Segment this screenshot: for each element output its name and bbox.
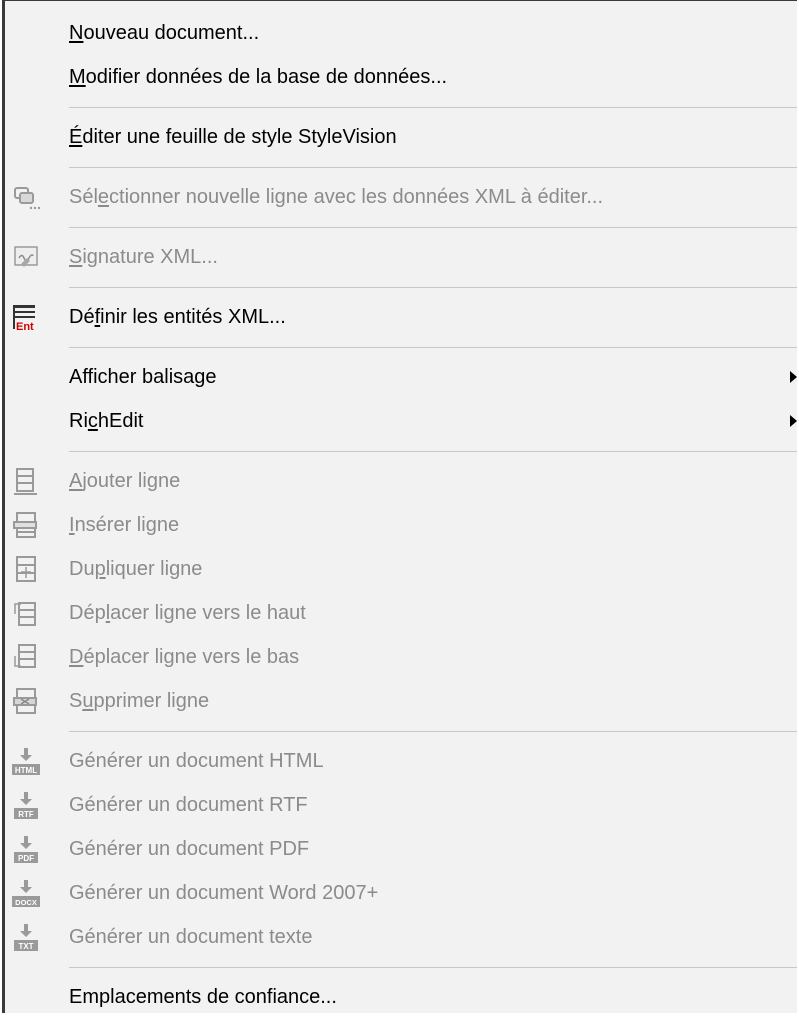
menu-item-richedit[interactable]: RichEdit [5, 399, 797, 443]
submenu-arrow-icon [790, 371, 797, 383]
svg-text:DOCX: DOCX [15, 898, 37, 907]
move-row-down-icon [14, 644, 36, 668]
menu-item-xml-signature[interactable]: Signature XML... [5, 235, 797, 279]
menu-item-generate-rtf[interactable]: RTF Générer un document RTF [5, 783, 797, 827]
menu-item-show-markup[interactable]: Afficher balisage [5, 355, 797, 399]
txt-icon: TXT [14, 924, 38, 951]
menu-item-append-row[interactable]: Ajouter ligne [5, 459, 797, 503]
separator [69, 967, 797, 968]
separator [69, 287, 797, 288]
rtf-icon: RTF [14, 792, 38, 819]
docx-icon: DOCX [12, 880, 40, 907]
separator [69, 347, 797, 348]
pdf-icon: PDF [14, 836, 38, 863]
append-row-icon [14, 468, 37, 495]
separator [69, 167, 797, 168]
menu-item-insert-row[interactable]: Insérer ligne [5, 503, 797, 547]
menu-item-generate-html[interactable]: HTML Générer un document HTML [5, 739, 797, 783]
menu-item-move-row-down[interactable]: Déplacer ligne vers le bas [5, 635, 797, 679]
menu-item-select-new-row[interactable]: Sélectionner nouvelle ligne avec les don… [5, 175, 797, 219]
move-row-up-icon [14, 602, 36, 626]
separator [69, 107, 797, 108]
menu-item-new-document[interactable]: Nouveau document... [5, 11, 797, 55]
svg-text:Ent: Ent [16, 321, 34, 332]
menu-item-trusted-locations[interactable]: Emplacements de confiance... [5, 975, 797, 1019]
signature-icon [14, 246, 38, 267]
svg-text:RTF: RTF [18, 810, 34, 819]
menu-item-delete-row[interactable]: Supprimer ligne [5, 679, 797, 723]
delete-row-icon [13, 688, 37, 714]
menu-item-generate-word[interactable]: DOCX Générer un document Word 2007+ [5, 871, 797, 915]
menu-item-move-row-up[interactable]: Déplacer ligne vers le haut [5, 591, 797, 635]
svg-text:TXT: TXT [18, 942, 33, 951]
html-icon: HTML [12, 748, 40, 775]
svg-text:HTML: HTML [15, 766, 37, 775]
separator [69, 451, 797, 452]
svg-text:PDF: PDF [18, 854, 34, 863]
entities-icon: Ent [13, 305, 35, 332]
insert-row-icon [13, 512, 37, 538]
menu-item-duplicate-row[interactable]: Dupliquer ligne [5, 547, 797, 591]
menu-item-generate-text[interactable]: TXT Générer un document texte [5, 915, 797, 959]
separator [69, 227, 797, 228]
select-row-icon [14, 187, 41, 210]
separator [69, 731, 797, 732]
submenu-arrow-icon [790, 415, 797, 427]
menu-item-generate-pdf[interactable]: PDF Générer un document PDF [5, 827, 797, 871]
menu-item-edit-stylevision[interactable]: Éditer une feuille de style StyleVision [5, 115, 797, 159]
context-menu: Nouveau document... Modifier données de … [2, 0, 797, 1013]
menu-item-edit-db-data[interactable]: Modifier données de la base de données..… [5, 55, 797, 99]
duplicate-row-icon [16, 556, 36, 582]
menu-item-define-xml-entities[interactable]: Ent Définir les entités XML... [5, 295, 797, 339]
